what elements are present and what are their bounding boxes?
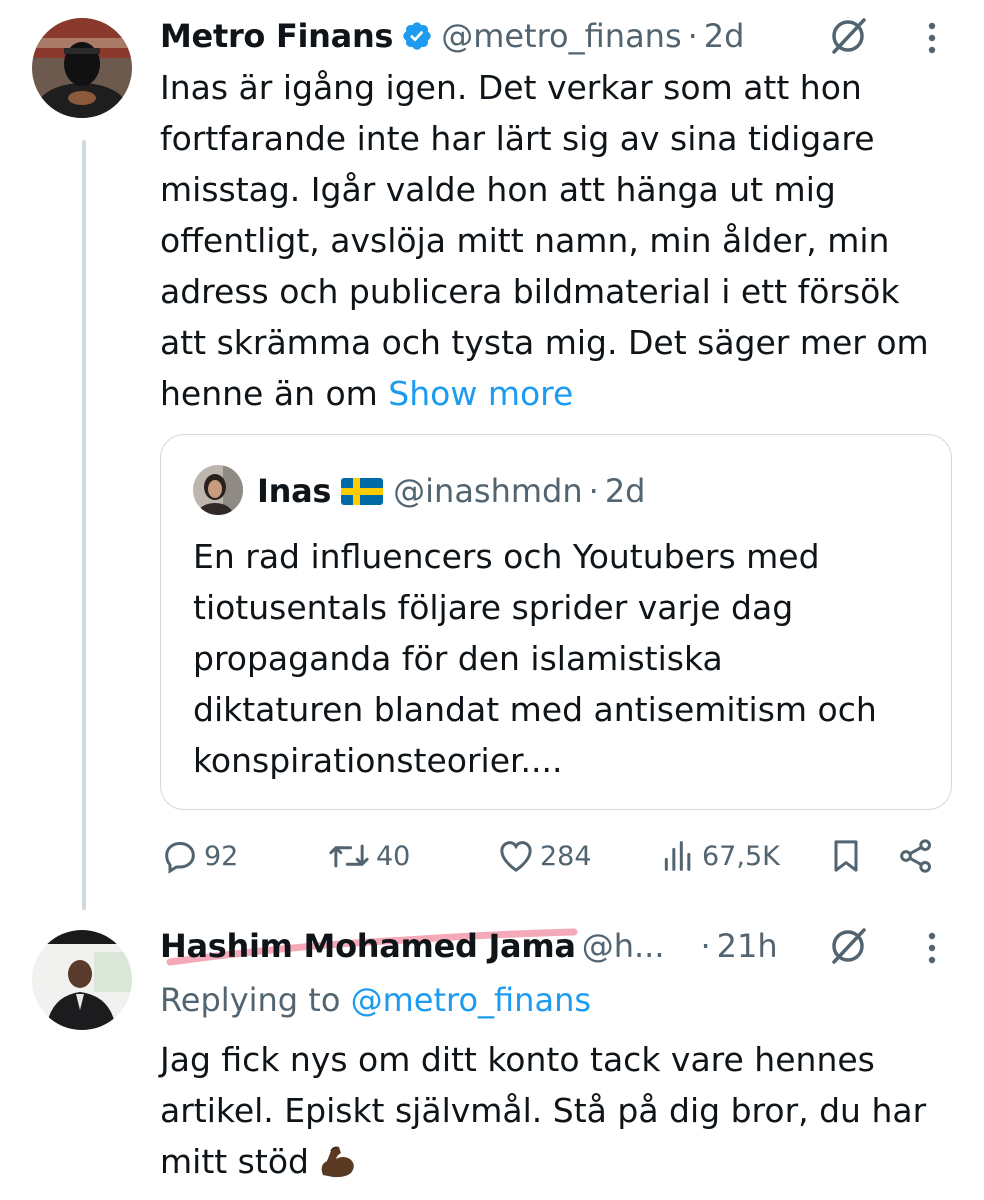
view-count: 67,5K — [702, 840, 780, 872]
quote-header: Inas @inashmdn · 2d — [257, 473, 645, 509]
share-icon — [900, 839, 931, 873]
quote-timestamp[interactable]: 2d — [605, 473, 646, 509]
quote-display-name[interactable]: Inas — [257, 473, 331, 509]
tweet1-body: Inas är igång igen. Det verkar som att h… — [160, 62, 960, 419]
hashim-avatar[interactable] — [32, 930, 132, 1030]
heart-icon — [500, 841, 532, 872]
display-name[interactable]: Hashim Mohamed Jama — [160, 928, 576, 964]
replying-to-line: Replying to @metro_finans — [160, 980, 591, 1020]
repost-button[interactable]: 40 — [326, 836, 410, 876]
timestamp[interactable]: 21h — [717, 928, 778, 964]
handle[interactable]: @metro_finans — [441, 18, 681, 54]
display-name[interactable]: Metro Finans — [160, 18, 393, 54]
separator-dot: · — [700, 927, 711, 965]
tweet2-text: Jag fick nys om ditt konto tack vare hen… — [160, 1040, 927, 1181]
replying-prefix: Replying to — [160, 981, 351, 1019]
tweet1-text: Inas är igång igen. Det verkar som att h… — [160, 68, 929, 413]
more-options-icon[interactable] — [924, 928, 940, 968]
tweet1-action-bar: 92 40 284 67,5K — [160, 836, 952, 880]
flexed-biceps-emoji-icon — [317, 1142, 357, 1178]
reply-count: 92 — [204, 840, 239, 872]
swedish-flag-icon — [341, 477, 384, 505]
quote-handle[interactable]: @inashmdn — [393, 473, 583, 509]
more-options-icon[interactable] — [924, 18, 940, 58]
separator-dot: · — [588, 472, 599, 510]
tweet1-header: Metro Finans @metro_finans · 2d — [160, 18, 744, 54]
metro-finans-avatar[interactable] — [32, 18, 132, 118]
replying-to-mention[interactable]: @metro_finans — [351, 981, 591, 1019]
reply-icon — [165, 842, 195, 874]
handle[interactable]: @h... — [582, 928, 665, 964]
timestamp[interactable]: 2d — [704, 18, 745, 54]
grok-icon[interactable] — [826, 924, 870, 968]
share-button[interactable] — [896, 836, 936, 876]
tweet2-header: Hashim Mohamed Jama @h... · 21h — [160, 928, 778, 964]
thread-connector-line — [82, 140, 86, 910]
repost-count: 40 — [376, 840, 411, 872]
like-count: 284 — [540, 840, 592, 872]
bookmark-icon — [834, 840, 858, 872]
views-button[interactable]: 67,5K — [658, 836, 780, 876]
verified-badge-icon — [401, 20, 433, 52]
quoted-tweet-card[interactable]: Inas @inashmdn · 2d En rad influencers o… — [160, 434, 952, 810]
inas-avatar[interactable] — [193, 465, 243, 515]
reply-button[interactable]: 92 — [160, 836, 238, 876]
analytics-icon — [664, 841, 691, 871]
show-more-link[interactable]: Show more — [388, 374, 573, 413]
bookmark-button[interactable] — [826, 836, 866, 876]
repost-icon — [329, 844, 369, 868]
like-button[interactable]: 284 — [496, 836, 592, 876]
tweet2-body: Jag fick nys om ditt konto tack vare hen… — [160, 1034, 960, 1187]
quote-body: En rad influencers och Youtubers med tio… — [193, 537, 877, 780]
separator-dot: · — [687, 17, 698, 55]
grok-icon[interactable] — [826, 14, 870, 58]
